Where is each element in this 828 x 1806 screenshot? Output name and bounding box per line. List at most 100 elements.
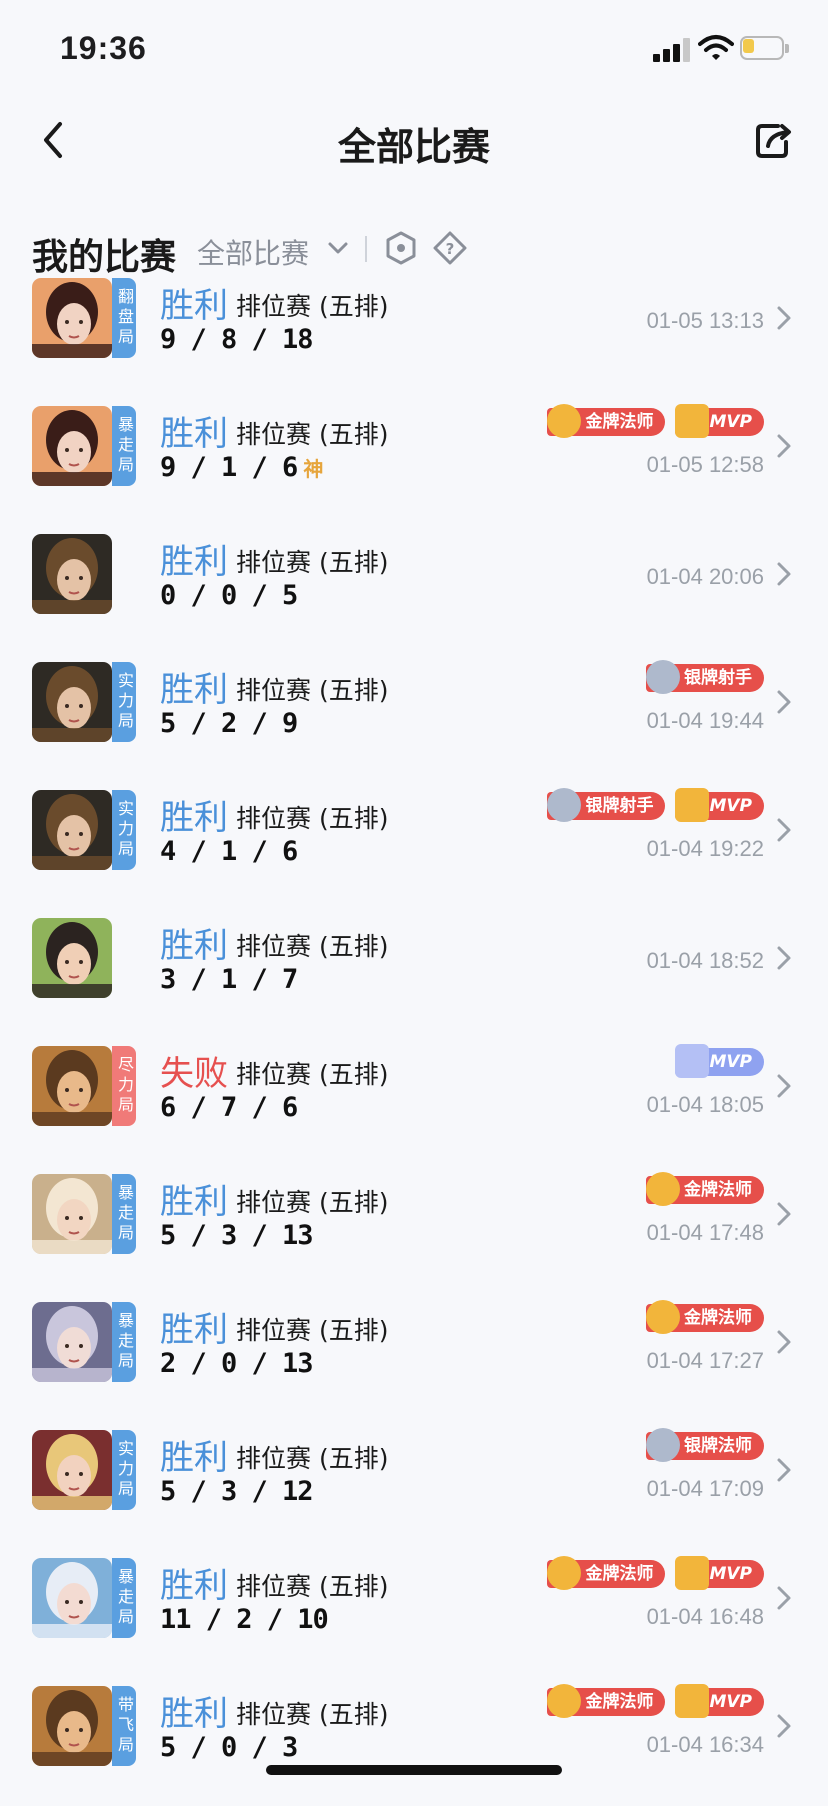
match-row[interactable]: 尽力局 失败 排位赛 (五排) 6 / 7 / 6 MVP 01-04 18:05 bbox=[0, 1038, 828, 1166]
chevron-right-icon bbox=[777, 306, 791, 330]
trophy-icon bbox=[675, 1556, 710, 1590]
kda-text: 9 / 8 / 18 bbox=[160, 324, 314, 355]
badge-label: 银牌射手 bbox=[585, 796, 654, 816]
honor-badges: 金牌法师 bbox=[646, 1172, 764, 1208]
wifi-icon bbox=[698, 35, 734, 60]
chevron-right-icon bbox=[777, 562, 791, 586]
help-icon[interactable]: ? bbox=[432, 230, 468, 266]
match-filter-dropdown[interactable]: 全部比赛 bbox=[197, 232, 309, 272]
match-time: 01-04 18:52 bbox=[646, 948, 764, 973]
honor-badges: MVP bbox=[675, 1044, 764, 1080]
honor-badges: 银牌法师 bbox=[646, 1428, 764, 1464]
honor-badges: 银牌射手 MVP bbox=[547, 788, 764, 824]
match-row[interactable]: 暴走局 胜利 排位赛 (五排) 9 / 1 / 6 神 金牌法师 MVP 01-05 12:5… bbox=[0, 398, 828, 526]
match-tag: 带飞局 bbox=[112, 1686, 136, 1766]
kda-score: 11 / 2 / 10 bbox=[160, 1604, 329, 1635]
chevron-right-icon bbox=[777, 434, 791, 458]
match-result: 胜利 bbox=[160, 414, 228, 454]
kda-text: 3 / 1 / 7 bbox=[160, 964, 298, 995]
chevron-right-icon bbox=[777, 1074, 791, 1098]
match-time: 01-04 17:09 bbox=[646, 1476, 764, 1501]
match-result: 胜利 bbox=[160, 542, 228, 582]
trophy-icon bbox=[675, 1044, 710, 1078]
match-row[interactable]: 暴走局 胜利 排位赛 (五排) 5 / 3 / 13 金牌法师 01-04 17:48 bbox=[0, 1166, 828, 1294]
match-result: 失败 bbox=[160, 1054, 228, 1094]
match-time: 01-04 19:22 bbox=[646, 836, 764, 861]
match-row[interactable]: 暴走局 胜利 排位赛 (五排) 2 / 0 / 13 金牌法师 01-04 17:27 bbox=[0, 1294, 828, 1422]
hero-avatar bbox=[32, 662, 112, 742]
badge-label: 银牌射手 bbox=[684, 668, 752, 688]
match-result: 胜利 bbox=[160, 286, 228, 326]
honor-badge: 金牌法师 bbox=[646, 1300, 764, 1334]
badge-label: 金牌法师 bbox=[585, 1564, 654, 1584]
kda-text: 5 / 3 / 13 bbox=[160, 1220, 314, 1251]
kda-text: 6 / 7 / 6 bbox=[160, 1092, 298, 1123]
match-row[interactable]: 胜利 排位赛 (五排) 0 / 0 / 5 01-04 20:06 bbox=[0, 526, 828, 654]
kda-score: 6 / 7 / 6 bbox=[160, 1092, 298, 1123]
match-time: 01-04 17:48 bbox=[646, 1220, 764, 1245]
hexagon-settings-icon[interactable] bbox=[384, 230, 418, 266]
match-mode: 排位赛 (五排) bbox=[236, 1700, 389, 1729]
match-time: 01-04 17:27 bbox=[646, 1348, 764, 1373]
match-tag: 暴走局 bbox=[112, 1174, 136, 1254]
mvp-badge: MVP bbox=[675, 1044, 764, 1078]
star-medal-icon bbox=[646, 1172, 680, 1206]
share-icon[interactable] bbox=[752, 120, 794, 160]
kda-score: 4 / 1 / 6 bbox=[160, 836, 298, 867]
match-time: 01-04 19:44 bbox=[646, 708, 764, 733]
match-row[interactable]: 实力局 胜利 排位赛 (五排) 5 / 3 / 12 银牌法师 01-04 17:09 bbox=[0, 1422, 828, 1550]
match-result: 胜利 bbox=[160, 1566, 228, 1606]
badge-label: MVP bbox=[709, 1564, 752, 1584]
match-tag: 暴走局 bbox=[112, 1302, 136, 1382]
honor-badges: 金牌法师 MVP bbox=[547, 404, 764, 440]
match-mode: 排位赛 (五排) bbox=[236, 1444, 389, 1473]
match-row[interactable]: 翻盘局 胜利 排位赛 (五排) 9 / 8 / 18 01-05 13:13 bbox=[0, 270, 828, 398]
trophy-icon bbox=[675, 404, 710, 438]
hero-avatar bbox=[32, 1558, 112, 1638]
kda-score: 5 / 2 / 9 bbox=[160, 708, 298, 739]
star-medal-icon bbox=[547, 1556, 582, 1590]
match-result: 胜利 bbox=[160, 670, 228, 710]
hero-avatar bbox=[32, 1430, 112, 1510]
mvp-badge: MVP bbox=[675, 1556, 764, 1590]
honor-badge: 金牌法师 bbox=[547, 404, 666, 438]
signal-icon bbox=[653, 36, 693, 62]
match-row[interactable]: 暴走局 胜利 排位赛 (五排) 11 / 2 / 10 金牌法师 MVP 01-04 16:… bbox=[0, 1550, 828, 1678]
kda-text: 11 / 2 / 10 bbox=[160, 1604, 329, 1635]
kda-score: 2 / 0 / 13 bbox=[160, 1348, 314, 1379]
trophy-icon bbox=[675, 788, 710, 822]
badge-label: MVP bbox=[709, 796, 752, 816]
chevron-right-icon bbox=[777, 946, 791, 970]
match-mode: 排位赛 (五排) bbox=[236, 804, 389, 833]
star-medal-icon bbox=[547, 1684, 582, 1718]
honor-badge: 银牌法师 bbox=[646, 1428, 764, 1462]
kda-score: 5 / 0 / 3 bbox=[160, 1732, 298, 1763]
badge-label: 金牌法师 bbox=[585, 1692, 654, 1712]
match-row[interactable]: 带飞局 胜利 排位赛 (五排) 5 / 0 / 3 金牌法师 MVP 01-04 16:34 bbox=[0, 1678, 828, 1806]
mvp-badge: MVP bbox=[675, 1684, 764, 1718]
match-row[interactable]: 实力局 胜利 排位赛 (五排) 5 / 2 / 9 银牌射手 01-04 19:44 bbox=[0, 654, 828, 782]
kda-text: 5 / 0 / 3 bbox=[160, 1732, 298, 1763]
badge-label: 银牌法师 bbox=[684, 1436, 752, 1456]
kda-text: 5 / 3 / 12 bbox=[160, 1476, 314, 1507]
honor-badges: 银牌射手 bbox=[646, 660, 764, 696]
nav-bar: 全部比赛 bbox=[0, 100, 828, 180]
match-mode: 排位赛 (五排) bbox=[236, 1060, 389, 1089]
match-time: 01-04 20:06 bbox=[646, 564, 764, 589]
match-mode: 排位赛 (五排) bbox=[236, 676, 389, 705]
star-medal-icon bbox=[646, 660, 680, 694]
match-row[interactable]: 实力局 胜利 排位赛 (五排) 4 / 1 / 6 银牌射手 MVP 01-04 19:22 bbox=[0, 782, 828, 910]
mvp-badge: MVP bbox=[675, 788, 764, 822]
match-tag: 暴走局 bbox=[112, 406, 136, 486]
hero-avatar bbox=[32, 1686, 112, 1766]
match-row[interactable]: 胜利 排位赛 (五排) 3 / 1 / 7 01-04 18:52 bbox=[0, 910, 828, 1038]
chevron-right-icon bbox=[777, 1330, 791, 1354]
star-medal-icon bbox=[646, 1300, 680, 1334]
honor-badge: 银牌射手 bbox=[646, 660, 764, 694]
star-medal-icon bbox=[547, 788, 582, 822]
match-tag: 实力局 bbox=[112, 790, 136, 870]
god-badge: 神 bbox=[303, 457, 323, 481]
star-medal-icon bbox=[547, 404, 582, 438]
chevron-down-icon[interactable] bbox=[327, 240, 349, 256]
badge-label: MVP bbox=[709, 1692, 752, 1712]
